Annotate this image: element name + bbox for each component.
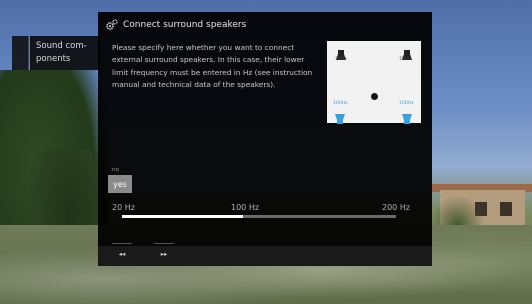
sidebar-item-label: Sound com- ponents	[36, 41, 87, 64]
tv-screen: Sound com- ponents Connect surround spea…	[0, 0, 532, 304]
next-button[interactable]: ▸▸	[154, 243, 174, 264]
slider-max-label: 200 Hz	[382, 203, 411, 212]
back-icon: ◂◂	[118, 250, 126, 258]
dialog-footer	[98, 246, 432, 266]
rear-left-speaker-label: 100Hz	[333, 101, 348, 106]
frequency-slider-fill	[122, 215, 243, 218]
dialog-title: Connect surround speakers	[123, 20, 247, 30]
rear-right-speaker-label: 100Hz	[399, 101, 414, 106]
front-left-speaker-icon	[335, 45, 347, 60]
dialog-description: Please specify here whether you want to …	[112, 43, 313, 90]
menu-parent-strip[interactable]	[12, 36, 29, 70]
front-left-speaker-label: 70Hz	[335, 57, 347, 62]
slider-mid-label: 100 Hz	[231, 203, 260, 212]
frequency-slider[interactable]	[122, 215, 396, 218]
rear-left-speaker-icon	[334, 109, 346, 124]
background-house-window	[500, 202, 512, 216]
next-icon: ▸▸	[160, 250, 168, 258]
front-right-speaker-label: 70Hz	[399, 57, 411, 62]
sidebar-item-sound-components[interactable]: Sound com- ponents	[30, 36, 100, 70]
surround-speakers-dialog: Connect surround speakers Please specify…	[98, 12, 432, 266]
option-yes-button[interactable]: yes	[108, 175, 132, 193]
option-no-caption[interactable]: no	[112, 167, 119, 173]
slider-min-label: 20 Hz	[112, 203, 135, 212]
front-right-speaker-icon	[401, 45, 413, 60]
rear-right-speaker-icon	[401, 109, 413, 124]
settings-gears-icon	[106, 19, 118, 31]
dialog-header: Connect surround speakers	[106, 17, 246, 33]
speaker-layout-diagram: 70Hz 70Hz 100Hz 100Hz	[327, 41, 421, 124]
listener-position-icon	[371, 93, 378, 100]
back-button[interactable]: ◂◂	[112, 243, 132, 264]
